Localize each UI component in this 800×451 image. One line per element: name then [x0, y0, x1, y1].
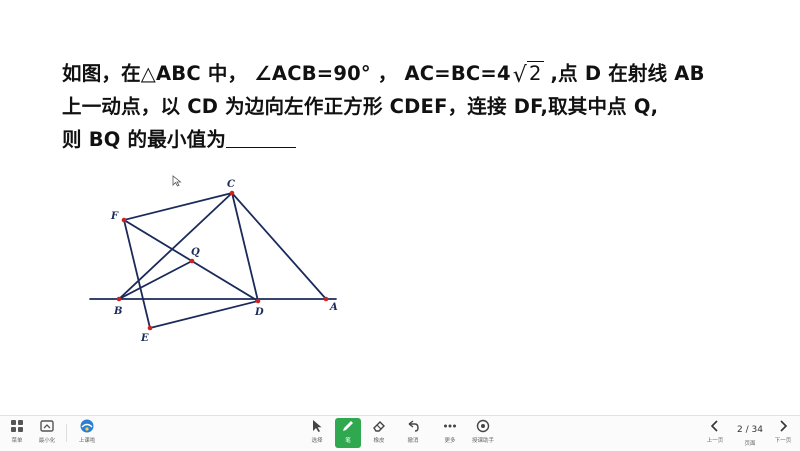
point-f: [121, 217, 127, 223]
label-e: E: [140, 333, 149, 344]
question-text-1a: 如图，在△ABC 中， ∠ACB=90° ， AC=BC=4: [62, 62, 511, 85]
label-a: A: [329, 302, 338, 313]
app-logo-button[interactable]: 上课啦: [74, 418, 100, 444]
eraser-icon: [373, 421, 385, 432]
chevron-right-icon: [780, 420, 788, 432]
question-line-2: 上一动点，以 CD 为边向左作正方形 CDEF，连接 DF,取其中点 Q,: [62, 95, 659, 118]
point-d: [255, 298, 261, 304]
answer-blank: [226, 133, 297, 148]
undo-icon: [408, 420, 419, 432]
pen-tool-button[interactable]: 笔: [335, 418, 361, 448]
point-a: [323, 296, 329, 302]
label-d: D: [254, 307, 264, 318]
segment-fc: [123, 192, 233, 221]
segment-de: [149, 300, 259, 329]
point-b: [116, 296, 122, 302]
menu-button[interactable]: 菜单: [4, 418, 30, 444]
label-c: C: [227, 179, 235, 190]
whiteboard-canvas[interactable]: 如图，在△ABC 中， ∠ACB=90° ， AC=BC=4√ 2 ,点 D 在射…: [0, 0, 800, 415]
mouse-pointer-icon: [172, 175, 182, 187]
sqrt-radicand: 2: [526, 61, 544, 85]
pen-tool-label: 笔: [345, 438, 351, 444]
segment-cd: [231, 192, 259, 302]
cursor-icon: [313, 420, 322, 432]
segment-bq: [118, 260, 193, 300]
eraser-tool-button[interactable]: 橡皮: [366, 418, 392, 444]
question-line-3: 则 BQ 的最小值为: [62, 123, 297, 152]
point-q: [189, 258, 195, 264]
app-logo-icon: [80, 419, 94, 433]
bottom-toolbar: 菜单 最小化 上课啦 选择 笔 橡皮 撤消 更多 授课助手 上一页 2 / 34: [0, 415, 800, 451]
segment-ca: [231, 192, 327, 300]
page-number: 2 / 34: [737, 425, 763, 435]
chevron-left-icon: [710, 420, 718, 432]
page-indicator[interactable]: 2 / 34 页面: [730, 425, 770, 447]
prev-page-label: 上一页: [706, 438, 724, 444]
point-c: [229, 190, 235, 196]
pen-icon: [343, 421, 353, 431]
geometry-figure: C F Q B D A E: [89, 179, 338, 344]
minimize-icon: [40, 420, 54, 432]
select-tool-label: 选择: [311, 438, 323, 444]
sqrt-expression: √ 2: [512, 61, 544, 88]
menu-icon: [11, 420, 23, 432]
minimize-label: 最小化: [38, 438, 56, 444]
assistant-label: 授课助手: [471, 438, 494, 444]
next-page-label: 下一页: [774, 438, 792, 444]
minimize-button[interactable]: 最小化: [34, 418, 60, 444]
question-text-3: 则 BQ 的最小值为: [62, 128, 227, 151]
assistant-button[interactable]: 授课助手: [470, 418, 496, 444]
segment-bc: [118, 192, 233, 300]
select-tool-button[interactable]: 选择: [304, 418, 330, 444]
undo-button[interactable]: 撤消: [400, 418, 426, 444]
label-q: Q: [191, 247, 200, 258]
question-line-1: 如图，在△ABC 中， ∠ACB=90° ， AC=BC=4√ 2 ,点 D 在射…: [62, 57, 705, 88]
question-text-1b: ,点 D 在射线 AB: [543, 62, 705, 85]
undo-label: 撤消: [407, 438, 419, 444]
more-button[interactable]: 更多: [437, 418, 463, 444]
page-label: 页面: [744, 441, 756, 447]
next-page-button[interactable]: 下一页: [770, 418, 796, 444]
label-b: B: [113, 306, 122, 317]
more-label: 更多: [444, 438, 456, 444]
prev-page-button[interactable]: 上一页: [702, 418, 728, 444]
app-logo-label: 上课啦: [78, 438, 96, 444]
eraser-tool-label: 橡皮: [373, 438, 385, 444]
toolbar-separator: [66, 424, 67, 442]
label-f: F: [110, 211, 119, 222]
menu-label: 菜单: [11, 438, 23, 444]
more-icon: [444, 424, 456, 428]
assistant-icon: [476, 419, 490, 433]
point-e: [147, 325, 153, 331]
